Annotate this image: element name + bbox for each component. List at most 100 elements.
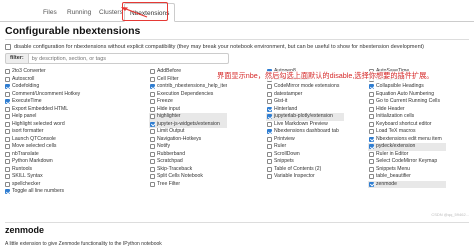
extension-checkbox[interactable] bbox=[5, 166, 10, 172]
extension-item[interactable]: jupyterlab-plotly/extension bbox=[266, 113, 344, 121]
extension-checkbox[interactable] bbox=[150, 69, 155, 75]
extension-checkbox[interactable] bbox=[5, 159, 10, 165]
extension-item[interactable]: Move selected cells bbox=[4, 143, 82, 151]
extension-label[interactable]: Launch QTConsole bbox=[12, 136, 56, 144]
extension-item[interactable]: isort formatter bbox=[4, 128, 82, 136]
extension-label[interactable]: zenmode bbox=[376, 181, 397, 189]
extension-label[interactable]: Export Embedded HTML bbox=[12, 106, 68, 114]
extension-item[interactable]: Nbextensions dashboard tab bbox=[266, 128, 344, 136]
extension-item[interactable]: Variable Inspector bbox=[266, 173, 344, 181]
extension-item[interactable]: Scratchpad bbox=[149, 158, 227, 166]
extension-label[interactable]: Initialization cells bbox=[376, 113, 414, 121]
extension-item[interactable]: Go to Current Running Cells bbox=[368, 98, 446, 106]
extension-checkbox[interactable] bbox=[5, 151, 10, 157]
extension-checkbox[interactable] bbox=[150, 144, 155, 150]
extension-item[interactable]: Live Markdown Preview bbox=[266, 121, 344, 129]
extension-item[interactable]: Hide Header bbox=[368, 106, 446, 114]
extension-label[interactable]: isort formatter bbox=[12, 128, 43, 136]
extension-checkbox[interactable] bbox=[150, 151, 155, 157]
extension-item[interactable]: Notify bbox=[149, 143, 227, 151]
extension-item[interactable]: Tree Filter bbox=[149, 181, 227, 189]
extension-item[interactable]: Skip-Traceback bbox=[149, 166, 227, 174]
extension-checkbox[interactable] bbox=[369, 181, 374, 187]
extension-item[interactable]: Collapsible Headings bbox=[368, 83, 446, 91]
extension-item[interactable]: SKILL Syntax bbox=[4, 173, 82, 181]
extension-checkbox[interactable] bbox=[150, 84, 155, 90]
extension-label[interactable]: Hide input bbox=[157, 106, 180, 114]
extension-label[interactable]: jupyterlab-plotly/extension bbox=[274, 113, 333, 121]
extension-label[interactable]: Rubberband bbox=[157, 151, 185, 159]
extension-label[interactable]: Variable Inspector bbox=[274, 173, 315, 181]
extension-item[interactable]: nbTranslate bbox=[4, 151, 82, 159]
extension-label[interactable]: nbTranslate bbox=[12, 151, 39, 159]
extension-item[interactable]: Ruler bbox=[266, 143, 344, 151]
disable-config-checkbox[interactable] bbox=[5, 44, 11, 50]
extension-item[interactable]: Load TeX macros bbox=[368, 128, 446, 136]
extension-label[interactable]: Codefolding bbox=[12, 83, 39, 91]
extension-checkbox[interactable] bbox=[150, 91, 155, 97]
extension-checkbox[interactable] bbox=[369, 174, 374, 180]
extension-item[interactable]: Highlight selected word bbox=[4, 121, 82, 129]
extension-item[interactable]: Nbextensions edit menu item bbox=[368, 136, 446, 144]
extension-checkbox[interactable] bbox=[369, 99, 374, 105]
extension-label[interactable]: Keyboard shortcut editor bbox=[376, 121, 432, 129]
extension-checkbox[interactable] bbox=[5, 76, 10, 82]
extension-item[interactable]: Python Markdown bbox=[4, 158, 82, 166]
extension-checkbox[interactable] bbox=[369, 159, 374, 165]
extension-item[interactable]: Table of Contents (2) bbox=[266, 166, 344, 174]
extension-item[interactable]: Rubberband bbox=[149, 151, 227, 159]
extension-label[interactable]: AddBefore bbox=[157, 68, 181, 76]
extension-item[interactable]: Cell Filter bbox=[149, 76, 227, 84]
extension-label[interactable]: Hinterland bbox=[274, 106, 297, 114]
extension-label[interactable]: Limit Output bbox=[157, 128, 184, 136]
extension-label[interactable]: Ruler bbox=[274, 143, 286, 151]
extension-item[interactable]: Keyboard shortcut editor bbox=[368, 121, 446, 129]
extension-label[interactable]: SKILL Syntax bbox=[12, 173, 43, 181]
extension-checkbox[interactable] bbox=[267, 144, 272, 150]
extension-checkbox[interactable] bbox=[150, 114, 155, 120]
extension-label[interactable]: Comment/Uncomment Hotkey bbox=[12, 91, 80, 99]
extension-label[interactable]: Freeze bbox=[157, 98, 173, 106]
extension-item[interactable]: AddBefore bbox=[149, 68, 227, 76]
extension-checkbox[interactable] bbox=[5, 189, 10, 195]
extension-checkbox[interactable] bbox=[267, 159, 272, 165]
extension-checkbox[interactable] bbox=[267, 91, 272, 97]
extension-checkbox[interactable] bbox=[150, 76, 155, 82]
extension-checkbox[interactable] bbox=[267, 129, 272, 135]
extension-checkbox[interactable] bbox=[5, 69, 10, 75]
extension-checkbox[interactable] bbox=[5, 129, 10, 135]
extension-label[interactable]: Highlight selected word bbox=[12, 121, 65, 129]
extension-item[interactable]: Hide input bbox=[149, 106, 227, 114]
extension-label[interactable]: datestamper bbox=[274, 91, 302, 99]
extension-checkbox[interactable] bbox=[5, 144, 10, 150]
extension-item[interactable]: ExecuteTime bbox=[4, 98, 82, 106]
extension-item[interactable]: CodeMirror mode extensions bbox=[266, 83, 344, 91]
extension-item[interactable]: zenmode bbox=[368, 180, 446, 189]
extension-label[interactable]: Cell Filter bbox=[157, 76, 179, 84]
extension-checkbox[interactable] bbox=[5, 91, 10, 97]
extension-checkbox[interactable] bbox=[5, 99, 10, 105]
extension-label[interactable]: ExecuteTime bbox=[12, 98, 42, 106]
extension-label[interactable]: Notify bbox=[157, 143, 170, 151]
extension-label[interactable]: Scratchpad bbox=[157, 158, 183, 166]
extension-checkbox[interactable] bbox=[150, 136, 155, 142]
extension-label[interactable]: Gist-it bbox=[274, 98, 287, 106]
extension-item[interactable]: contrib_nbextensions_help_item bbox=[149, 83, 227, 91]
extension-item[interactable]: Equation Auto Numbering bbox=[368, 91, 446, 99]
extension-item[interactable]: Runtools bbox=[4, 166, 82, 174]
extension-item[interactable]: Launch QTConsole bbox=[4, 136, 82, 144]
extension-label[interactable]: Help panel bbox=[12, 113, 36, 121]
extension-label[interactable]: CodeMirror mode extensions bbox=[274, 83, 339, 91]
extension-checkbox[interactable] bbox=[5, 106, 10, 112]
extension-label[interactable]: contrib_nbextensions_help_item bbox=[157, 83, 227, 91]
extension-item[interactable]: Select CodeMirror Keymap bbox=[368, 158, 446, 166]
extension-label[interactable]: Autoscroll bbox=[12, 76, 34, 84]
extension-checkbox[interactable] bbox=[369, 136, 374, 142]
extension-item[interactable]: Split Cells Notebook bbox=[149, 173, 227, 181]
extension-label[interactable]: highlighter bbox=[157, 113, 181, 121]
extension-checkbox[interactable] bbox=[369, 106, 374, 112]
extension-checkbox[interactable] bbox=[150, 106, 155, 112]
extension-label[interactable]: 2to3 Converter bbox=[12, 68, 46, 76]
extension-label[interactable]: Tree Filter bbox=[157, 181, 180, 189]
extension-item[interactable]: spellchecker bbox=[4, 181, 82, 189]
